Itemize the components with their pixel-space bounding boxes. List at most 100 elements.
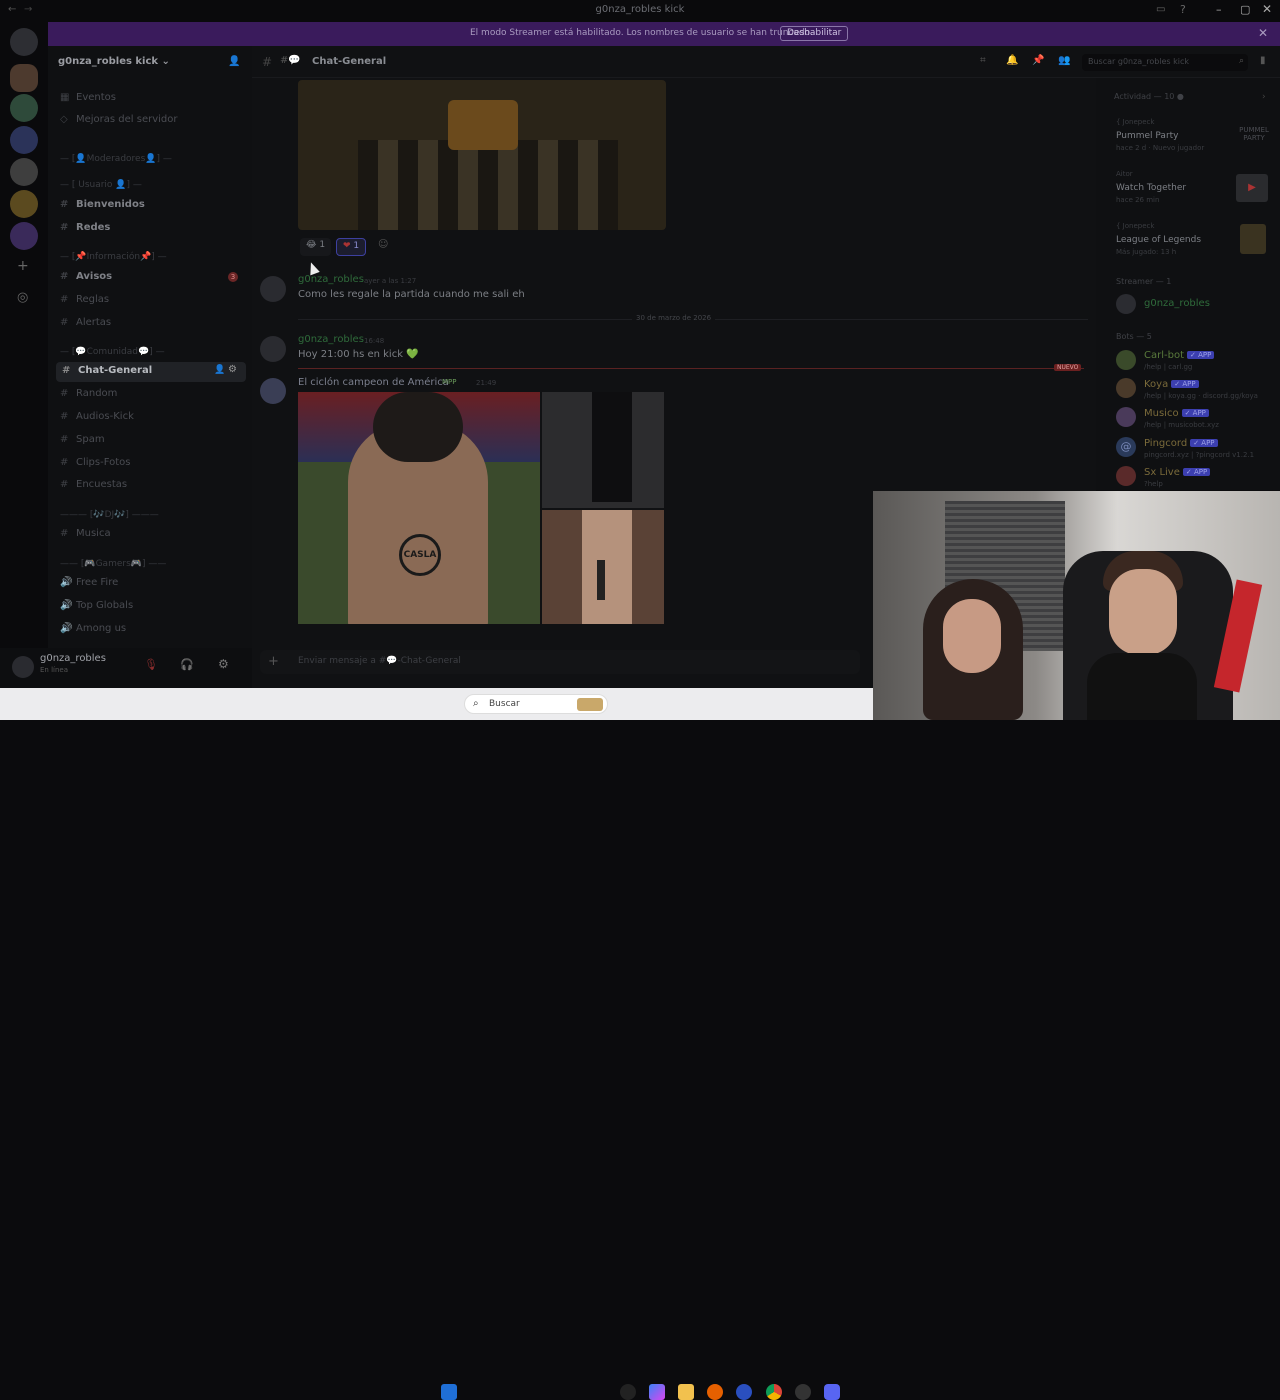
maximize-button[interactable]: ▢ <box>1240 3 1250 16</box>
streamer-header: Streamer — 1 <box>1116 277 1172 286</box>
server-icon-active[interactable] <box>10 64 38 92</box>
category-dj[interactable]: ——— [🎶DJ🎶] ——— <box>60 510 159 520</box>
avatar[interactable] <box>260 378 286 404</box>
photo-dark[interactable] <box>542 392 664 508</box>
server-icon[interactable] <box>10 190 38 218</box>
category-usuario[interactable]: — [ Usuario 👤] — <box>60 180 142 190</box>
activity-card[interactable]: Aitor Watch Together hace 26 min ▶ <box>1110 166 1270 210</box>
reaction-heart[interactable]: ❤ 1 <box>336 238 367 256</box>
file-explorer-icon[interactable] <box>678 1384 694 1400</box>
new-label: NUEVO <box>1054 364 1082 371</box>
channel-audios-kick[interactable]: # Audios-Kick <box>60 411 134 422</box>
channel-alertas[interactable]: # Alertas <box>60 317 111 328</box>
category-comunidad[interactable]: — [💬Comunidad💬] — <box>60 347 165 357</box>
avatar[interactable] <box>1116 466 1136 486</box>
channel-musica[interactable]: # Musica <box>60 528 111 539</box>
gear-icon[interactable]: ⚙ <box>218 657 229 671</box>
voice-top-globals[interactable]: 🔊 Top Globals <box>60 600 133 611</box>
activity-card[interactable]: { Jonepeck League of Legends Más jugado:… <box>1110 218 1270 262</box>
activity-user: { Jonepeck <box>1116 222 1155 230</box>
copilot-icon[interactable] <box>649 1384 665 1400</box>
calendar-icon: ▦ <box>60 92 70 103</box>
channel-reglas[interactable]: # Reglas <box>60 294 109 305</box>
channel-bienvenidos[interactable]: # Bienvenidos <box>60 199 145 210</box>
webcam-overlay <box>873 491 1280 720</box>
member-name[interactable]: Sx Live ✓ APP <box>1144 467 1211 478</box>
channel-clips-fotos[interactable]: # Clips-Fotos <box>60 457 130 468</box>
message-author[interactable]: g0nza_robles <box>298 334 364 345</box>
member-name[interactable]: g0nza_robles <box>1144 298 1210 309</box>
inbox-icon[interactable]: ▭ <box>1156 4 1165 15</box>
message-author[interactable]: El ciclón campeon de América <box>298 377 449 388</box>
discover-icon[interactable]: ◎ <box>17 290 28 305</box>
category-moderadores[interactable]: — [👤Moderadores👤] — <box>60 154 172 164</box>
invite-icon[interactable]: 👤 <box>214 365 225 375</box>
message-composer[interactable]: + Enviar mensaje a #💬-Chat-General <box>260 650 860 674</box>
invite-icon[interactable]: 👤 <box>228 56 240 67</box>
avatar[interactable] <box>1116 294 1136 314</box>
mic-muted-icon[interactable]: 🎙 <box>144 658 158 671</box>
category-gamers[interactable]: —— [🎮Gamers🎮] —— <box>60 559 166 569</box>
home-discord-icon[interactable] <box>10 28 38 56</box>
server-icon[interactable] <box>10 94 38 122</box>
server-name[interactable]: g0nza_robles kick ⌄ <box>58 56 170 67</box>
user-name[interactable]: g0nza_robles <box>40 653 106 664</box>
channel-avisos[interactable]: # Avisos <box>60 271 112 282</box>
gear-icon[interactable]: ⚙ <box>228 364 237 375</box>
voice-free-fire[interactable]: 🔊 Free Fire <box>60 577 118 588</box>
avatar[interactable] <box>1116 350 1136 370</box>
boost-icon: ◇ <box>60 114 68 125</box>
member-name[interactable]: Musico ✓ APP <box>1144 408 1209 419</box>
minimize-button[interactable]: – <box>1216 3 1222 16</box>
pin-icon[interactable]: 📌 <box>1032 55 1044 66</box>
search-input[interactable]: Buscar g0nza_robles kick ⌕ <box>1082 54 1248 71</box>
chevron-right-icon[interactable]: › <box>1262 92 1266 102</box>
discord-icon[interactable] <box>824 1384 840 1400</box>
avatar[interactable] <box>1116 407 1136 427</box>
taskbar-search[interactable]: ⌕ Buscar <box>464 694 608 714</box>
threads-icon[interactable]: ⌗ <box>980 55 986 66</box>
server-icon[interactable] <box>10 158 38 186</box>
bell-icon[interactable]: 🔔 <box>1006 55 1018 66</box>
photo-back-tattoo[interactable]: CASLA <box>298 392 540 624</box>
category-informacion[interactable]: — [📌Información📌] — <box>60 252 167 262</box>
member-name[interactable]: Carl-bot ✓ APP <box>1144 350 1215 361</box>
channel-encuestas[interactable]: # Encuestas <box>60 479 127 490</box>
photo-ankle-tattoo[interactable] <box>542 510 664 624</box>
avatar[interactable] <box>12 656 34 678</box>
channel-random[interactable]: # Random <box>60 388 117 399</box>
disable-button[interactable]: Deshabilitar <box>780 26 849 41</box>
app-icon[interactable] <box>620 1384 636 1400</box>
close-banner-icon[interactable]: ✕ <box>1258 26 1268 40</box>
add-reaction-icon[interactable]: ☺ <box>378 239 388 250</box>
avatar[interactable] <box>260 336 286 362</box>
close-button[interactable]: ✕ <box>1262 2 1272 16</box>
member-name[interactable]: Koya ✓ APP <box>1144 379 1199 390</box>
headphones-icon[interactable]: 🎧 <box>180 658 194 671</box>
game-screenshot[interactable] <box>298 80 666 230</box>
avatar[interactable] <box>260 276 286 302</box>
add-server-icon[interactable]: + <box>17 258 29 274</box>
channel-boosts[interactable]: ◇ Mejoras del servidor <box>60 114 178 125</box>
channel-events[interactable]: ▦ Eventos <box>60 92 116 103</box>
activity-card[interactable]: { Jonepeck Pummel Party hace 2 d · Nuevo… <box>1110 114 1270 158</box>
reaction-laugh[interactable]: 😂 1 <box>300 238 332 256</box>
voice-among-us[interactable]: 🔊 Among us <box>60 623 126 634</box>
message-author[interactable]: g0nza_robles <box>298 274 364 285</box>
windows-start-icon[interactable] <box>441 1384 457 1400</box>
firefox-icon[interactable] <box>707 1384 723 1400</box>
inbox-icon[interactable]: ▮ <box>1260 55 1266 66</box>
member-name[interactable]: Pingcord ✓ APP <box>1144 438 1218 449</box>
server-icon[interactable] <box>10 126 38 154</box>
channel-spam[interactable]: # Spam <box>60 434 105 445</box>
server-icon[interactable] <box>10 222 38 250</box>
avatar[interactable]: @ <box>1116 437 1136 457</box>
add-attachment-icon[interactable]: + <box>268 654 279 669</box>
channel-redes[interactable]: # Redes <box>60 222 110 233</box>
obs-icon[interactable] <box>795 1384 811 1400</box>
help-icon[interactable]: ? <box>1180 3 1186 16</box>
chrome-icon[interactable] <box>766 1384 782 1400</box>
ea-icon[interactable] <box>736 1384 752 1400</box>
avatar[interactable] <box>1116 378 1136 398</box>
members-icon[interactable]: 👥 <box>1058 55 1070 66</box>
